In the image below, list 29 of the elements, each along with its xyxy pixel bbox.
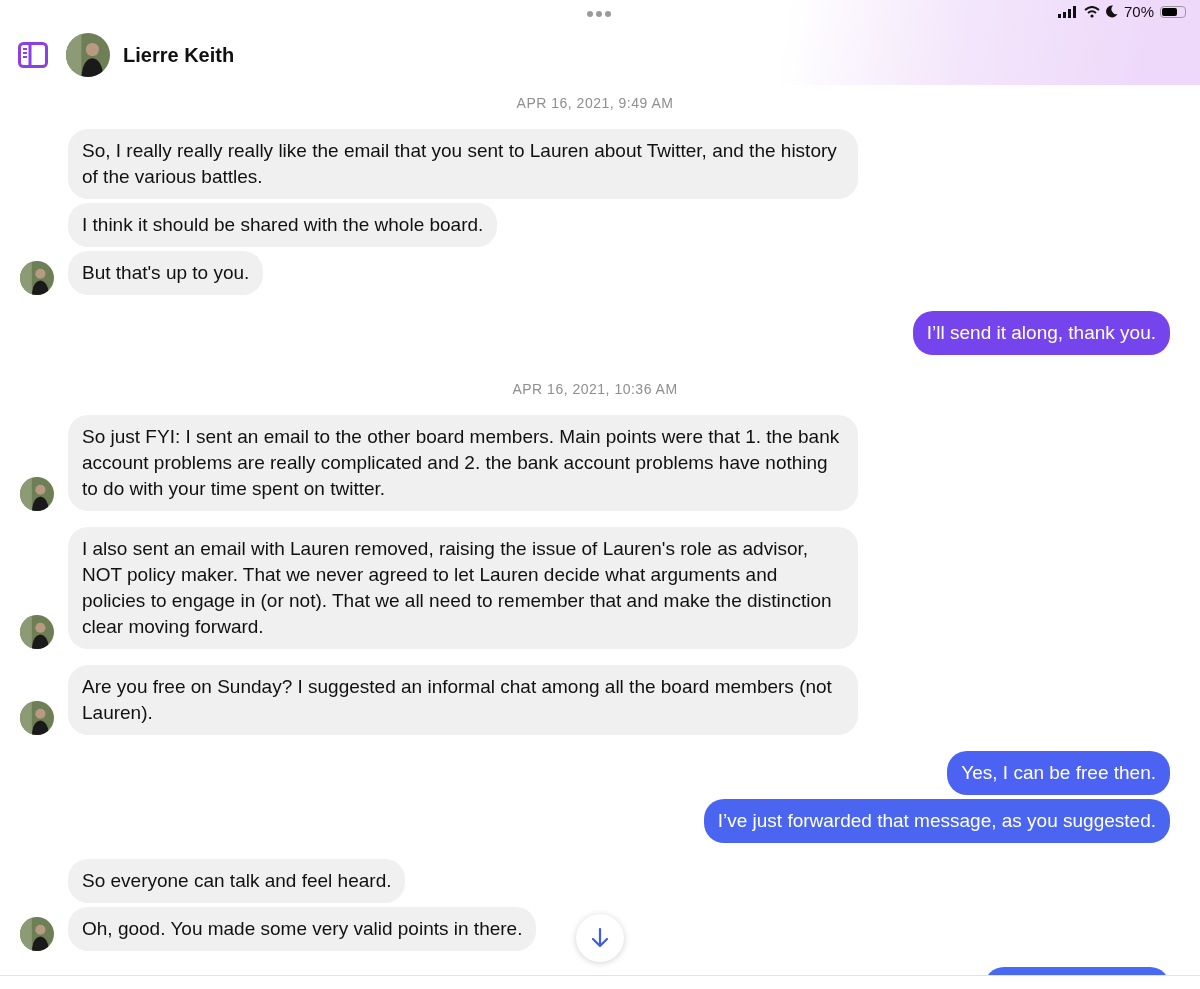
avatar bbox=[20, 261, 54, 295]
signal-icon bbox=[1057, 5, 1078, 18]
battery-percentage: 70% bbox=[1123, 3, 1154, 20]
wifi-icon bbox=[1083, 5, 1100, 18]
avatar bbox=[20, 701, 54, 735]
timestamp: APR 16, 2021, 9:49 AM bbox=[515, 95, 675, 111]
message-bubble: But that's up to you. bbox=[68, 251, 264, 295]
message-bubble: Oh, good. You made some very valid points in there. bbox=[68, 907, 537, 951]
message-bubble: I think it should be shared with the whole board. bbox=[68, 203, 498, 247]
message-bubble: So everyone can talk and feel heard. bbox=[68, 859, 406, 903]
message-bubble: I’ve just forwarded that message, as you suggested. bbox=[703, 799, 1170, 843]
message-bubble: Yes, I can be free then. bbox=[947, 751, 1170, 795]
battery-icon bbox=[1160, 5, 1186, 18]
avatar bbox=[20, 477, 54, 511]
message-bubble: Are you free on Sunday? I suggested an informal chat among all the board members (not Lauren). bbox=[68, 665, 858, 735]
more-icon[interactable] bbox=[587, 11, 611, 17]
arrow-down-icon bbox=[590, 927, 610, 949]
moon-icon bbox=[1105, 5, 1118, 18]
contact-name: Lierre Keith bbox=[123, 43, 235, 67]
avatar bbox=[20, 615, 54, 649]
timestamp: APR 16, 2021, 10:36 AM bbox=[511, 381, 679, 397]
message-bubble: So just FYI: I sent an email to the other board members. Main points were that 1. the bank account problems are really complicated and 2. the bank account problems have nothing to do with your time spent on twitter. bbox=[68, 415, 858, 511]
avatar bbox=[66, 33, 110, 77]
scroll-down-button[interactable] bbox=[576, 914, 624, 962]
avatar bbox=[20, 917, 54, 951]
message-bubble: I’ll send it along, thank you. bbox=[912, 311, 1170, 355]
message-bubble: So, I really really really like the email that you sent to Lauren about Twitter, and the history of the various battles. bbox=[68, 129, 858, 199]
sidebar-icon[interactable] bbox=[18, 42, 48, 68]
message-bubble: I also sent an email with Lauren removed, raising the issue of Lauren's role as advisor, NOT policy maker. That we never agreed to let Lauren decide what arguments and policies to engage in (or not). That we all need to remember that and make the distinction clear moving forward. bbox=[68, 527, 858, 649]
